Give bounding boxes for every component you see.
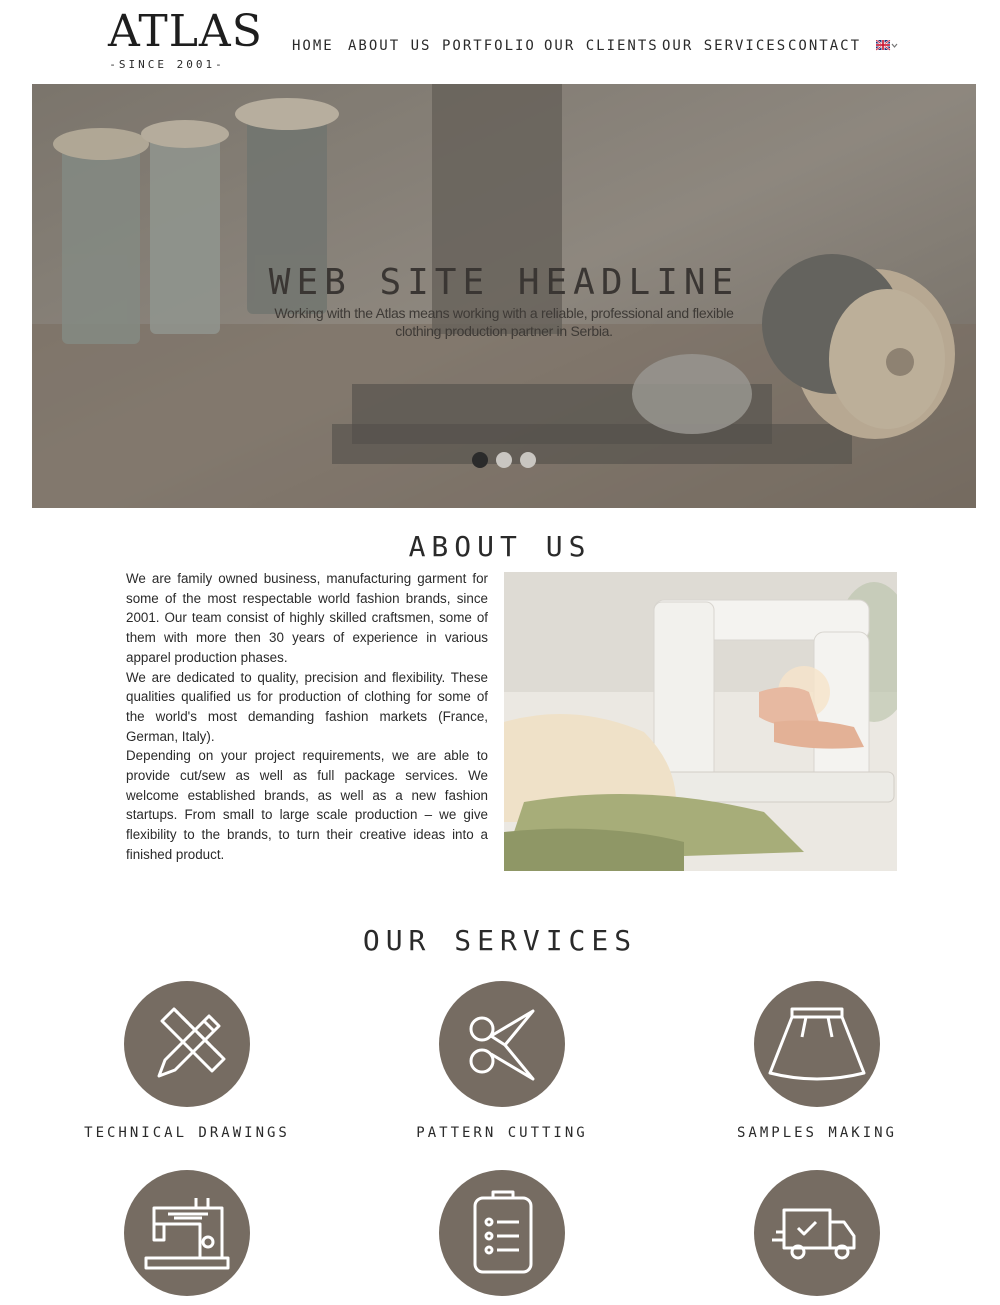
service-pattern-cutting[interactable]: PATTERN CUTTING — [372, 981, 632, 1141]
sewing-machine-icon — [144, 1198, 230, 1270]
nav-home[interactable]: HOME — [292, 38, 334, 54]
service-circle — [439, 1170, 565, 1296]
pencil-ruler-icon — [157, 1007, 226, 1078]
service-circle — [124, 1170, 250, 1296]
about-sewing-photo — [504, 572, 897, 871]
service-circle — [439, 981, 565, 1107]
nav-contact[interactable]: CONTACT — [788, 38, 861, 54]
about-title: ABOUT US — [408, 530, 592, 563]
about-paragraph: We are family owned business, manufactur… — [126, 571, 488, 665]
nav-our-services[interactable]: OUR SERVICES — [662, 38, 787, 54]
slider-dot-2[interactable] — [496, 452, 512, 468]
about-paragraph: Depending on your project requirements, … — [126, 748, 488, 862]
site-header: ATLAS -SINCE 2001- HOME ABOUT US PORTFOL… — [0, 0, 1000, 84]
hero-slider[interactable]: WEB SITE HEADLINE Working with the Atlas… — [32, 84, 976, 508]
service-label: PATTERN CUTTING — [416, 1125, 588, 1141]
service-samples-making[interactable]: SAMPLES MAKING — [687, 981, 947, 1141]
uk-flag-icon[interactable] — [876, 40, 898, 52]
service-label: TECHNICAL DRAWINGS — [84, 1125, 290, 1141]
services-title: OUR SERVICES — [362, 924, 638, 957]
delivery-truck-icon — [772, 1208, 856, 1260]
scissors-icon — [469, 1009, 535, 1081]
service-circle — [754, 1170, 880, 1296]
logo-since-tagline: -SINCE 2001- — [109, 58, 225, 71]
main-nav: HOME ABOUT US PORTFOLIO OUR CLIENTS OUR … — [0, 38, 1000, 56]
service-quality-control[interactable] — [372, 1170, 632, 1296]
about-paragraph: We are dedicated to quality, precision a… — [126, 669, 488, 744]
nav-portfolio[interactable]: PORTFOLIO — [442, 38, 536, 54]
slider-dot-1[interactable] — [472, 452, 488, 468]
nav-about-us[interactable]: ABOUT US — [348, 38, 431, 54]
service-label: SAMPLES MAKING — [736, 1125, 897, 1141]
clipboard-checklist-icon — [473, 1190, 533, 1274]
hero-subtitle: Working with the Atlas means working wit… — [274, 305, 734, 339]
service-technical-drawings[interactable]: TECHNICAL DRAWINGS — [57, 981, 317, 1141]
skirt-icon — [768, 1007, 866, 1081]
about-text: We are family owned business, manufactur… — [126, 569, 488, 865]
service-sewing[interactable] — [57, 1170, 317, 1296]
service-delivery[interactable] — [687, 1170, 947, 1296]
hero-headline: WEB SITE HEADLINE — [268, 262, 740, 303]
service-circle — [754, 981, 880, 1107]
nav-our-clients[interactable]: OUR CLIENTS — [544, 38, 659, 54]
slider-dot-3[interactable] — [520, 452, 536, 468]
service-circle — [124, 981, 250, 1107]
